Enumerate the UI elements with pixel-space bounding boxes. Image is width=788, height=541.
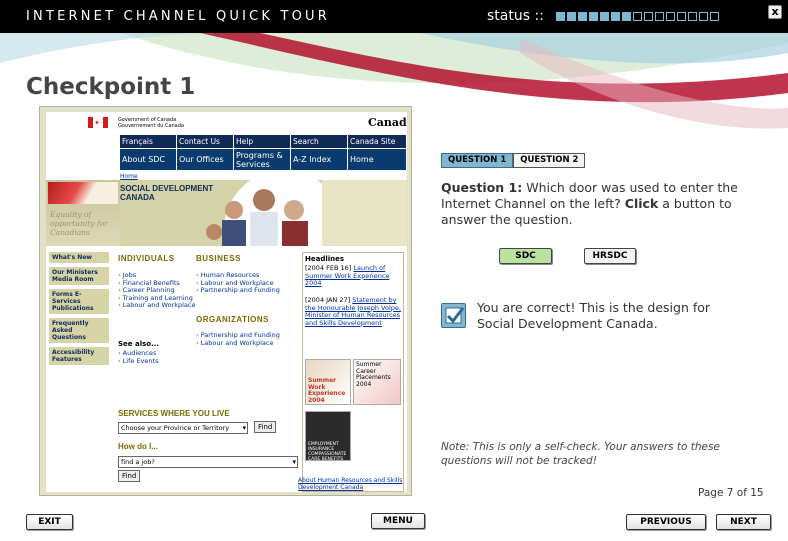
gov-text: Government of Canada Gouvernement du Can… [118, 117, 184, 129]
previous-button[interactable]: PREVIOUS [626, 514, 706, 530]
feedback-message: You are correct! This is the design for … [477, 300, 711, 331]
business-heading: BUSINESS [196, 254, 241, 263]
business-links: Human Resources Labour and Workplace Par… [196, 271, 300, 295]
individuals-links: Jobs Financial Benefits Career Planning … [118, 271, 196, 310]
progress-segment [589, 12, 598, 21]
site-nav: Français Contact Us Help Search Canada S… [120, 135, 407, 170]
left-nav-item: What's New [49, 252, 109, 263]
left-nav-item: Accessibility Features [49, 347, 109, 365]
individuals-heading: INDIVIDUALS [118, 254, 175, 263]
progress-segment [578, 12, 587, 21]
nav-item: About SDC [120, 149, 177, 170]
nav-item: Search [291, 135, 348, 148]
how-do-heading: How do I... [118, 442, 158, 451]
banner-people-photo [206, 180, 322, 246]
summer-work-thumbnail: Summer Work Experience 2004 [305, 359, 351, 405]
progress-segment [688, 12, 697, 21]
app-title: INTERNET CHANNEL QUICK TOUR [26, 9, 330, 24]
how-do-select: find a job? [118, 456, 298, 468]
organizations-heading: ORGANIZATIONS [196, 315, 270, 324]
gov-bar: ✦ Government of Canada Gouvernement du C… [46, 112, 407, 134]
see-also-links: Audiences Life Events [118, 349, 188, 366]
province-select: Choose your Province or Territory [118, 422, 248, 434]
progress-segment [710, 12, 719, 21]
checkmark-icon [441, 303, 466, 328]
see-also-label: See also... [118, 340, 160, 348]
nav-item: Canada Site [348, 135, 407, 148]
left-nav-item: Frequently Asked Questions [49, 318, 109, 343]
headlines-title: Headlines [305, 255, 345, 263]
headline-item: [2004 FEB 16] Launch of Summer Work Expe… [305, 264, 401, 288]
find-button: Find [254, 421, 277, 433]
nav-item: Contact Us [177, 135, 234, 148]
progress-segment [556, 12, 565, 21]
canada-wordmark: Canada [368, 116, 407, 129]
site-banner: Equality of opportunity for Canadians SO… [46, 180, 407, 246]
nav-item: Français [120, 135, 177, 148]
answer-sdc-button[interactable]: SDC [499, 248, 552, 264]
services-heading: SERVICES WHERE YOU LIVE [118, 409, 230, 418]
exit-button[interactable]: EXIT [26, 514, 73, 530]
close-button[interactable]: x [768, 5, 782, 19]
click-word: Click [624, 196, 659, 211]
progress-segment [699, 12, 708, 21]
home-link: Home [120, 173, 138, 180]
question-label: Question 1: [441, 180, 523, 195]
self-check-note: Note: This is only a self-check. Your an… [441, 441, 720, 467]
status-label: status :: [487, 8, 544, 24]
thumbnail-caption: EMPLOYMENT INSURANCE COMPASSIONATE CARE … [308, 442, 347, 462]
progress-segment [655, 12, 664, 21]
left-nav-item: Forms E-Services Publications [49, 289, 109, 314]
business-link: Partnership and Funding [196, 286, 300, 295]
progress-segment [633, 12, 642, 21]
question-text: Question 1: Which door was used to enter… [441, 180, 741, 228]
progress-segment [666, 12, 675, 21]
individuals-link: Labour and Workplace [118, 301, 196, 310]
banner-right [322, 180, 407, 246]
menu-button[interactable]: MENU [371, 513, 425, 529]
progress-bar [556, 12, 719, 21]
progress-segment [677, 12, 686, 21]
site-left-nav: What's New Our Ministers Media Room Form… [49, 252, 109, 369]
progress-segment [600, 12, 609, 21]
thumbnail-caption: Summer Career Placements 2004 [356, 361, 391, 388]
site-preview: ✦ Government of Canada Gouvernement du C… [46, 112, 407, 492]
site-preview-frame: ✦ Government of Canada Gouvernement du C… [39, 106, 412, 496]
nav-item: A-Z Index [291, 149, 348, 170]
about-hrsdc-link: About Human Resources and Skills Develop… [298, 477, 403, 491]
top-bar: INTERNET CHANNEL QUICK TOUR status :: x [0, 0, 788, 33]
nav-item: Programs & Services [234, 149, 291, 170]
next-button[interactable]: NEXT [716, 514, 771, 530]
headlines-panel: Headlines [2004 FEB 16] Launch of Summer… [302, 252, 404, 492]
left-nav-item: Our Ministers Media Room [49, 267, 109, 285]
summer-career-thumbnail: Summer Career Placements 2004 [353, 359, 401, 405]
thumbnail-caption: Summer Work Experience 2004 [308, 377, 346, 404]
progress-segment [567, 12, 576, 21]
banner-slogan: Equality of opportunity for Canadians [50, 210, 108, 237]
page-title: Checkpoint 1 [26, 74, 196, 100]
progress-segment [611, 12, 620, 21]
nav-item: Home [348, 149, 407, 170]
organizations-link: Labour and Workplace [196, 339, 300, 348]
ei-compassionate-thumbnail: EMPLOYMENT INSURANCE COMPASSIONATE CARE … [305, 411, 351, 462]
question-tabs: QUESTION 1 QUESTION 2 [441, 153, 586, 168]
nav-item: Help [234, 135, 291, 148]
tab-question-2[interactable]: QUESTION 2 [513, 153, 586, 168]
answer-hrsdc-button[interactable]: HRSDC [584, 248, 636, 264]
tab-question-1[interactable]: QUESTION 1 [441, 153, 514, 168]
nav-item: Our Offices [177, 149, 234, 170]
see-also-link: Life Events [118, 357, 188, 366]
page-counter: Page 7 of 15 [698, 487, 764, 499]
organizations-links: Partnership and Funding Labour and Workp… [196, 331, 300, 348]
find-button: Find [118, 470, 141, 482]
headline-item: [2004 JAN 27] Statement by the Honourabl… [305, 296, 401, 327]
maple-leaf-icon: ✦ [94, 119, 100, 127]
progress-segment [622, 12, 631, 21]
progress-segment [644, 12, 653, 21]
banner-flag-image [48, 182, 118, 204]
